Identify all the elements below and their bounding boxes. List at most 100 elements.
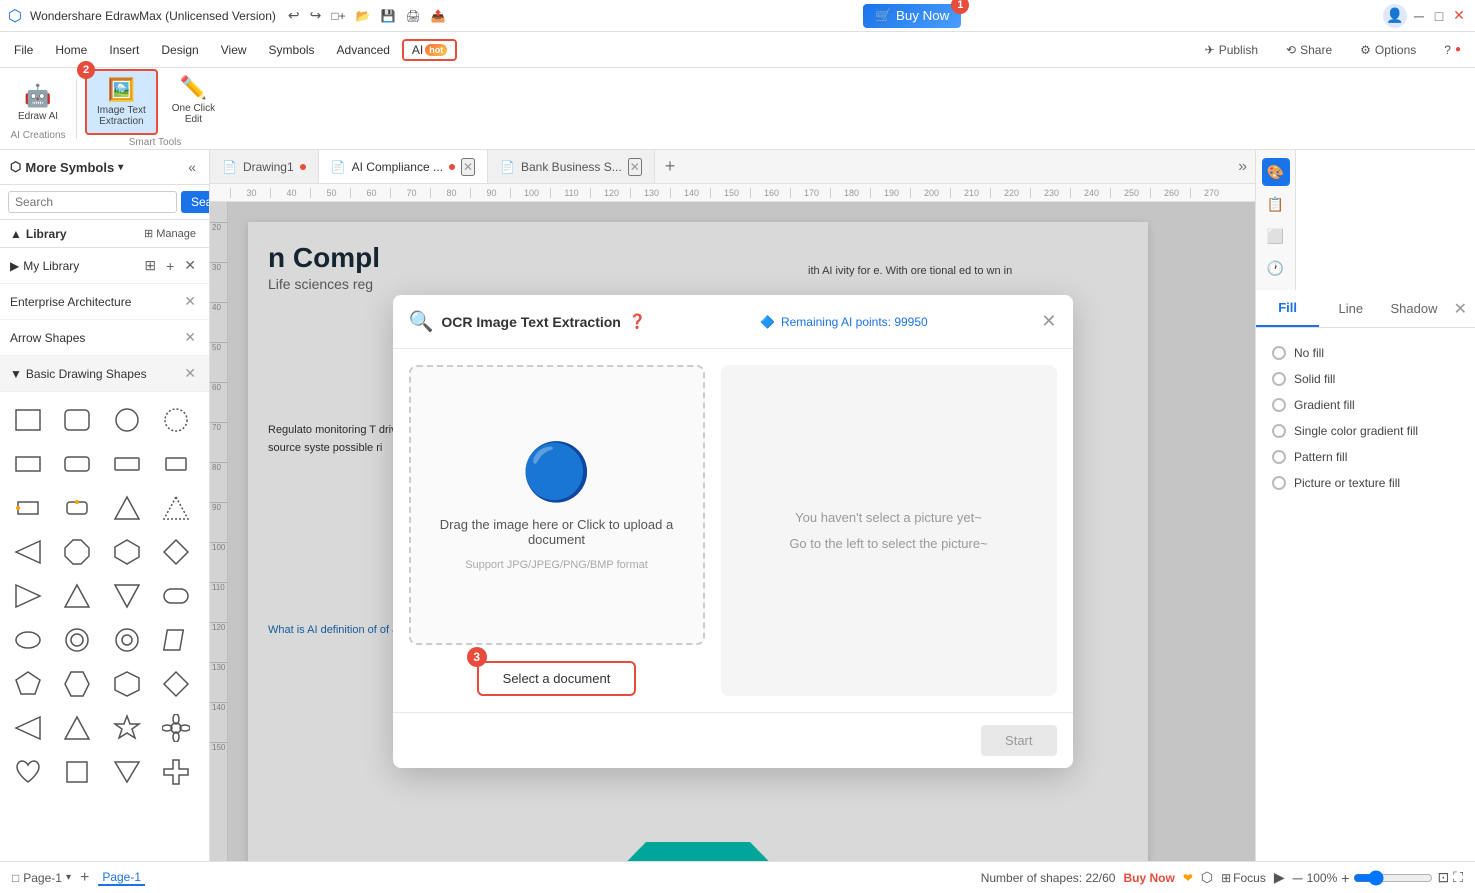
basic-drawing-section[interactable]: ▼ Basic Drawing Shapes ✕ xyxy=(0,356,209,392)
shape-circle-outline[interactable] xyxy=(156,400,196,440)
shape-tri-left[interactable] xyxy=(8,576,48,616)
image-extraction-button[interactable]: 🖼️ Image Text Extraction xyxy=(85,69,158,135)
fill-option-no-fill[interactable]: No fill xyxy=(1268,340,1463,366)
save-button[interactable]: 💾 xyxy=(377,7,400,25)
undo-button[interactable]: ↩ xyxy=(284,5,304,26)
shape-star[interactable] xyxy=(107,708,147,748)
shape-diamond2[interactable] xyxy=(156,664,196,704)
shape-heart[interactable] xyxy=(8,752,48,792)
shape-tri6[interactable] xyxy=(107,752,147,792)
minimize-button[interactable]: ─ xyxy=(1411,8,1427,24)
shape-ellipse[interactable] xyxy=(8,620,48,660)
shape-flower[interactable] xyxy=(156,708,196,748)
line-icon-button[interactable]: 📋 xyxy=(1262,190,1290,218)
shape-tri5[interactable] xyxy=(57,708,97,748)
page-icon-button[interactable]: □ xyxy=(12,871,19,885)
export-button[interactable]: 📤 xyxy=(427,7,450,25)
menu-file[interactable]: File xyxy=(4,39,43,61)
zoom-out-button[interactable]: ─ xyxy=(1293,870,1303,886)
shape-rect2[interactable] xyxy=(8,444,48,484)
close-app-button[interactable]: ✕ xyxy=(1451,8,1467,24)
shape-round-rect[interactable] xyxy=(156,576,196,616)
buy-now-status-button[interactable]: Buy Now xyxy=(1123,871,1174,885)
zoom-slider[interactable] xyxy=(1353,870,1433,886)
history-icon-button[interactable]: 🕐 xyxy=(1262,254,1290,282)
options-button[interactable]: ⚙ Options xyxy=(1350,39,1426,61)
tab-fill[interactable]: Fill xyxy=(1256,290,1319,327)
enterprise-arch-section[interactable]: Enterprise Architecture ✕ xyxy=(0,284,209,320)
radio-no-fill[interactable] xyxy=(1272,346,1286,360)
more-tabs-button[interactable]: » xyxy=(1230,158,1255,176)
fill-option-solid[interactable]: Solid fill xyxy=(1268,366,1463,392)
close-basic-shapes-button[interactable]: ✕ xyxy=(181,364,199,383)
redo-button[interactable]: ↪ xyxy=(306,5,326,26)
sidebar-collapse-button[interactable]: « xyxy=(185,158,199,176)
menu-design[interactable]: Design xyxy=(151,39,208,61)
shape-ring2[interactable] xyxy=(107,620,147,660)
shape-rect5[interactable] xyxy=(57,752,97,792)
buy-now-button[interactable]: 🛒 Buy Now xyxy=(863,4,961,28)
one-click-edit-button[interactable]: ✏️ One Click Edit xyxy=(162,69,225,135)
new-button[interactable]: □+ xyxy=(327,7,349,25)
modal-overlay[interactable]: 🔍 OCR Image Text Extraction ❓ 🔷 Remainin… xyxy=(210,202,1255,861)
current-page[interactable]: Page-1 xyxy=(98,870,145,886)
tab-bank-business[interactable]: 📄 Bank Business S... ✕ xyxy=(488,150,655,183)
select-document-button[interactable]: Select a document xyxy=(477,661,637,696)
tab-line[interactable]: Line xyxy=(1319,291,1382,326)
add-tab-button[interactable]: + xyxy=(655,152,686,181)
edraw-ai-button[interactable]: 🤖 Edraw AI xyxy=(8,77,68,128)
shape-triangle2[interactable] xyxy=(156,488,196,528)
search-input[interactable] xyxy=(8,191,177,213)
shape-rect-rounded[interactable] xyxy=(57,400,97,440)
shape-tri3[interactable] xyxy=(107,576,147,616)
search-button[interactable]: Search xyxy=(181,191,210,213)
fill-option-single-gradient[interactable]: Single color gradient fill xyxy=(1268,418,1463,444)
fill-option-picture[interactable]: Picture or texture fill xyxy=(1268,470,1463,496)
arrow-shapes-section[interactable]: Arrow Shapes ✕ xyxy=(0,320,209,356)
print-button[interactable]: 🖨 xyxy=(402,7,425,25)
fill-icon-button[interactable]: 🎨 xyxy=(1262,158,1290,186)
layers-button[interactable]: ⬡ xyxy=(1201,869,1213,886)
open-button[interactable]: 📂 xyxy=(352,7,375,25)
menu-insert[interactable]: Insert xyxy=(99,39,149,61)
shape-ring[interactable] xyxy=(57,620,97,660)
my-library-section[interactable]: ▶ My Library ⊞ + ✕ xyxy=(0,248,209,284)
fill-option-pattern[interactable]: Pattern fill xyxy=(1268,444,1463,470)
manage-button[interactable]: ⊞ Manage xyxy=(141,226,199,241)
add-library-button[interactable]: ⊞ xyxy=(141,256,159,275)
shape-diamond-dot[interactable] xyxy=(8,488,48,528)
close-tab-bank[interactable]: ✕ xyxy=(628,158,642,176)
avatar-button[interactable]: 👤 xyxy=(1383,4,1407,28)
modal-help-icon[interactable]: ❓ xyxy=(629,313,646,330)
shape-tri2[interactable] xyxy=(57,576,97,616)
start-button[interactable]: Start xyxy=(981,725,1056,756)
menu-symbols[interactable]: Symbols xyxy=(259,39,325,61)
tab-ai-compliance[interactable]: 📄 AI Compliance ... ✕ xyxy=(319,150,488,183)
maximize-button[interactable]: □ xyxy=(1431,8,1447,24)
menu-advanced[interactable]: Advanced xyxy=(327,39,400,61)
fill-option-gradient[interactable]: Gradient fill xyxy=(1268,392,1463,418)
modal-close-button[interactable]: ✕ xyxy=(1041,311,1056,332)
help-button[interactable]: ? ● xyxy=(1434,39,1471,61)
shape-rect3[interactable] xyxy=(107,444,147,484)
shape-parallelogram[interactable] xyxy=(156,620,196,660)
fullscreen-button[interactable]: ⛶ xyxy=(1453,869,1463,886)
add-page-button[interactable]: + xyxy=(77,868,92,888)
shape-circle[interactable] xyxy=(107,400,147,440)
publish-button[interactable]: ✈ Publish xyxy=(1195,39,1268,61)
shape-triangle-left[interactable] xyxy=(8,532,48,572)
add-library-button2[interactable]: + xyxy=(163,256,177,275)
radio-single-gradient[interactable] xyxy=(1272,424,1286,438)
focus-button[interactable]: ⊞ Focus xyxy=(1221,871,1266,885)
menu-view[interactable]: View xyxy=(211,39,257,61)
shape-pentagon[interactable] xyxy=(8,664,48,704)
close-arrow-shapes-button[interactable]: ✕ xyxy=(181,328,199,347)
upload-zone[interactable]: 🔵 Drag the image here or Click to upload… xyxy=(409,365,705,645)
shape-hexagon3[interactable] xyxy=(107,664,147,704)
shape-diamond-dot2[interactable] xyxy=(57,488,97,528)
menu-ai[interactable]: AI hot xyxy=(402,39,457,61)
radio-solid-fill[interactable] xyxy=(1272,372,1286,386)
shape-plus[interactable] xyxy=(156,752,196,792)
close-panel-button[interactable]: ✕ xyxy=(1446,291,1475,327)
tab-drawing1[interactable]: 📄 Drawing1 xyxy=(210,150,319,183)
